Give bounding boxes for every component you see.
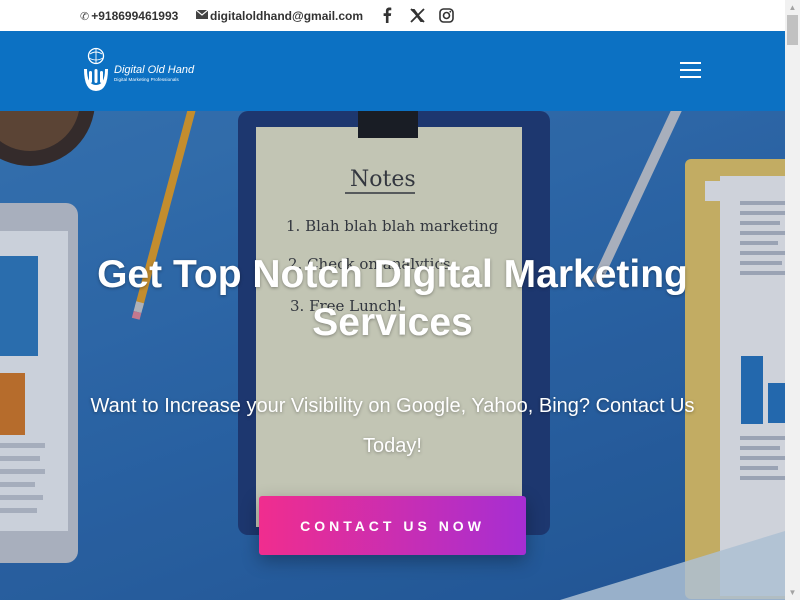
email-contact[interactable]: digitaloldhand@gmail.com (195, 9, 363, 23)
contact-us-button[interactable]: CONTACT US NOW (259, 496, 526, 555)
phone-icon: ✆ (80, 10, 90, 23)
site-header: Digital Old Hand Digital Marketing Profe… (0, 31, 785, 111)
page-scrollbar[interactable]: ▲ ▼ (785, 0, 800, 600)
facebook-icon[interactable] (377, 5, 397, 25)
instagram-icon[interactable] (436, 5, 456, 25)
logo-tagline: Digital Marketing Professionals (114, 77, 179, 82)
hero-section: Notes 1. Blah blah blah marketing 2. Che… (0, 111, 785, 600)
scroll-down-arrow-icon[interactable]: ▼ (785, 585, 800, 600)
hero-subtitle: Want to Increase your Visibility on Goog… (90, 395, 695, 457)
scroll-up-arrow-icon[interactable]: ▲ (785, 0, 800, 15)
x-icon[interactable] (407, 5, 427, 25)
hero-title: Get Top Notch Digital Marketing Services (97, 253, 688, 344)
top-bar: ✆ +918699461993 digitaloldhand@gmail.com (0, 0, 785, 31)
hand-logo-icon (84, 47, 108, 91)
phone-contact[interactable]: ✆ +918699461993 (80, 9, 178, 23)
phone-number[interactable]: +918699461993 (91, 9, 178, 23)
logo-name: Digital Old Hand (114, 64, 195, 76)
envelope-icon (195, 9, 209, 22)
site-logo[interactable]: Digital Old Hand Digital Marketing Profe… (80, 47, 210, 95)
hamburger-menu-icon[interactable] (680, 62, 702, 78)
scroll-thumb[interactable] (787, 15, 798, 45)
email-address[interactable]: digitaloldhand@gmail.com (210, 9, 363, 23)
